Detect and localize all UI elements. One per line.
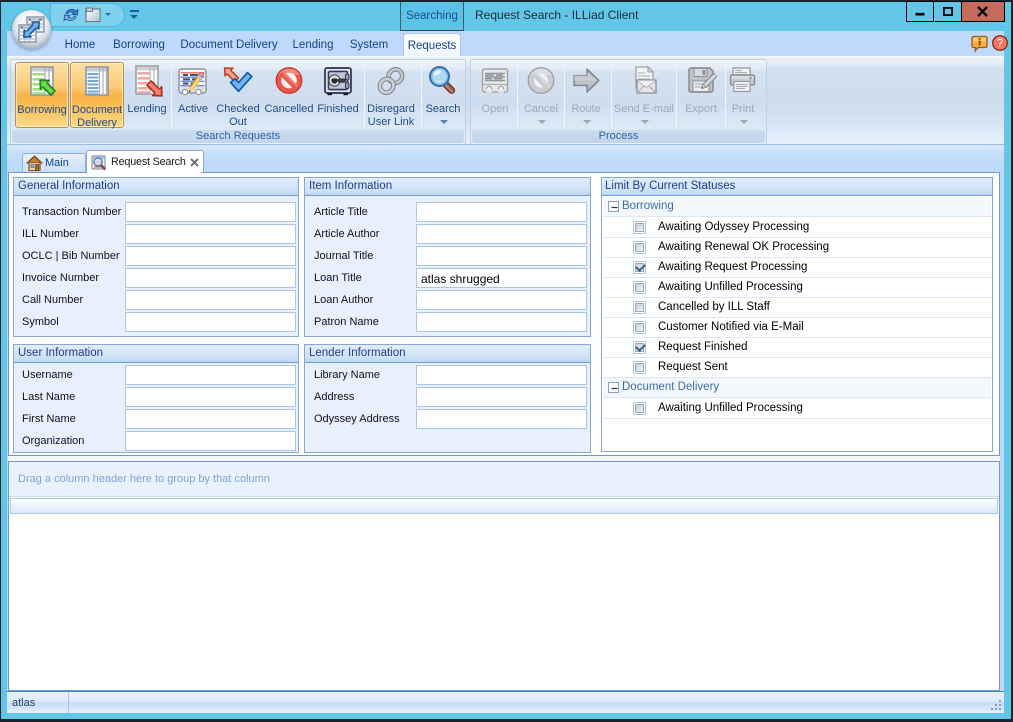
svg-text:?: ? — [997, 38, 1003, 50]
